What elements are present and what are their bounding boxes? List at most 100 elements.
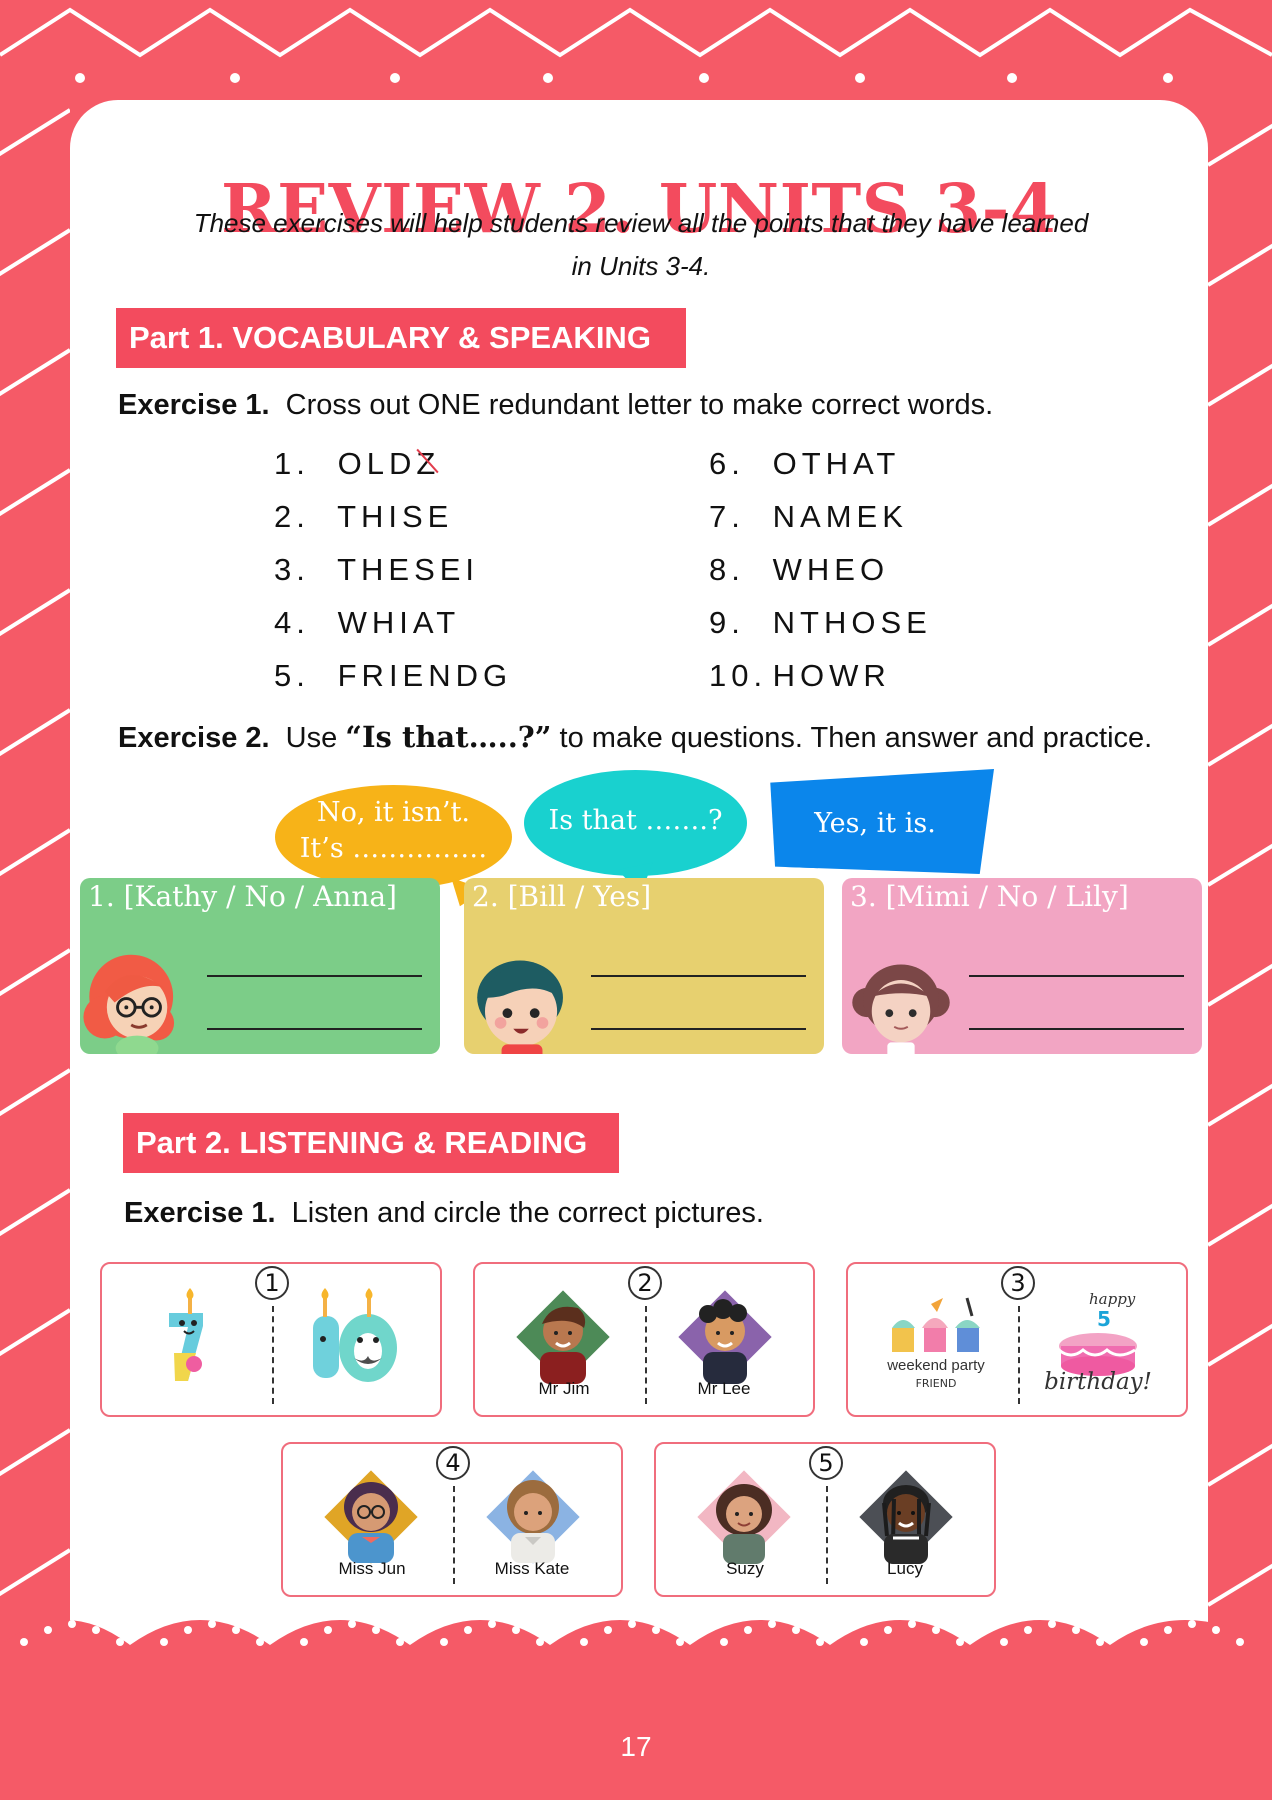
listening-option-1: 1 <box>100 1262 442 1417</box>
listening-option-2: 2 Mr Jim Mr Lee <box>473 1262 815 1417</box>
number-ten-icon[interactable] <box>295 1288 409 1394</box>
miss-jun-caption: Miss Jun <box>338 1559 406 1578</box>
answer-no-line-2: It’s …………… <box>299 833 488 864</box>
word-text: OTHAT <box>772 446 901 481</box>
cupcake-icon[interactable]: weekend party FRIEND <box>879 1288 993 1394</box>
birthday-bottom-text: birthday! <box>1044 1369 1152 1394</box>
suzy-caption: Suzy <box>726 1559 764 1578</box>
intro-line-1: These exercises will help students revie… <box>193 208 1089 238</box>
word-text: HOWR <box>772 658 891 693</box>
worksheet-page: REVIEW 2. UNITS 3-4 These exercises will… <box>70 100 1208 1670</box>
word-number: 10. <box>709 658 768 693</box>
word-list: 1. OLDZ 2. THISE 3. THESEI 4. WHIAT 5. F… <box>274 446 1014 716</box>
exercise-2-after: to make questions. Then answer and pract… <box>559 722 1153 754</box>
miss-kate-caption: Miss Kate <box>494 1559 570 1578</box>
word-item-2: 2. THISE <box>274 499 594 552</box>
word-text: FRIENDG <box>337 658 513 693</box>
part-1-banner: Part 1. VOCABULARY & SPEAKING <box>116 308 686 368</box>
word-item-4: 4. WHIAT <box>274 605 594 658</box>
dashed-divider <box>1018 1306 1020 1404</box>
word-item-1: 1. OLDZ <box>274 446 594 499</box>
birthday-number: 5 <box>1097 1307 1111 1331</box>
lucy-caption: Lucy <box>887 1559 923 1578</box>
word-item-8: 8. WHEO <box>709 552 1029 605</box>
word-item-9: 9. NTHOSE <box>709 605 1029 658</box>
part-2-banner: Part 2. LISTENING & READING <box>123 1113 619 1173</box>
left-stripe-decoration <box>0 108 70 1597</box>
right-word-column: 6. OTHAT 7. NAMEK 8. WHEO 9. NTHOSE 10. … <box>709 446 1029 711</box>
word-number: 4. <box>274 605 310 640</box>
exercise-1-text: Cross out ONE redundant letter to make c… <box>285 389 994 421</box>
question-pattern: “Is that…..?” <box>345 720 552 754</box>
word-number: 9. <box>709 605 745 640</box>
listening-exercise-text: Listen and circle the correct pictures. <box>291 1197 764 1229</box>
word-text: THESEI <box>337 552 480 587</box>
word-number: 1. <box>274 446 310 481</box>
practice-card-label: 2. [Bill / Yes] <box>472 880 652 913</box>
answer-line-1[interactable] <box>207 975 422 977</box>
exercise-1-label: Exercise 1. <box>118 389 270 421</box>
answer-yes-bubble: Yes, it is. <box>770 769 994 874</box>
mr-jim-caption: Mr Jim <box>538 1379 590 1398</box>
left-word-column: 1. OLDZ 2. THISE 3. THESEI 4. WHIAT 5. F… <box>274 446 594 711</box>
birthday-top-text: happy <box>1089 1290 1136 1308</box>
party-line-1: weekend party <box>886 1357 985 1374</box>
intro-text: These exercises will help students revie… <box>148 202 1134 288</box>
practice-card-mimi: 3. [Mimi / No / Lily] <box>842 878 1202 1054</box>
word-number: 6. <box>709 446 745 481</box>
option-number-1: 1 <box>255 1266 289 1300</box>
number-seven-icon[interactable] <box>133 1288 247 1394</box>
listening-option-5: 5 Suzy Lucy <box>654 1442 996 1597</box>
exercise-1-instruction: Exercise 1. Cross out ONE redundant lett… <box>118 389 993 422</box>
right-stripe-decoration <box>1208 123 1272 1607</box>
word-item-10: 10. HOWR <box>709 658 1029 711</box>
word-text: THISE <box>337 499 454 534</box>
exercise-2-instruction: Exercise 2. Use “Is that…..?” to make qu… <box>118 720 1152 755</box>
word-text: WHEO <box>772 552 890 587</box>
dashed-divider <box>645 1306 647 1404</box>
boy-avatar-icon <box>477 960 563 1054</box>
answer-no-bubble: No, it isn’t. It’s …………… <box>275 785 512 889</box>
dashed-divider <box>453 1486 455 1584</box>
word-item-5: 5. FRIENDG <box>274 658 594 711</box>
answer-line-1[interactable] <box>591 975 806 977</box>
listening-option-3: 3 weekend party FRIEND happy 5 birthday! <box>846 1262 1188 1417</box>
answer-line-2[interactable] <box>207 1028 422 1030</box>
party-line-2: FRIEND <box>916 1377 957 1390</box>
answer-no-line-1: No, it isn’t. <box>316 797 470 828</box>
answer-line-2[interactable] <box>591 1028 806 1030</box>
word-text: OLD <box>337 446 417 481</box>
practice-card-label: 1. [Kathy / No / Anna] <box>88 880 397 913</box>
word-number: 5. <box>274 658 310 693</box>
dashed-divider <box>826 1486 828 1584</box>
option-number-3: 3 <box>1001 1266 1035 1300</box>
option-number-2: 2 <box>628 1266 662 1300</box>
word-number: 7. <box>709 499 745 534</box>
listening-exercise-instruction: Exercise 1. Listen and circle the correc… <box>124 1197 764 1230</box>
listening-exercise-label: Exercise 1. <box>124 1197 276 1229</box>
birthday-cake-icon[interactable]: happy 5 birthday! <box>1041 1288 1155 1394</box>
listening-option-4: 4 Miss Jun Miss Kate <box>281 1442 623 1597</box>
word-text: NAMEK <box>772 499 908 534</box>
intro-line-2: in Units 3-4. <box>571 251 711 281</box>
word-number: 2. <box>274 499 310 534</box>
word-text: WHIAT <box>337 605 461 640</box>
pigtail-girl-avatar-icon <box>852 964 950 1054</box>
word-number: 3. <box>274 552 310 587</box>
red-hair-girl-avatar-icon <box>83 954 175 1054</box>
answer-line-1[interactable] <box>969 975 1184 977</box>
page-number: 17 <box>620 1731 652 1762</box>
word-item-7: 7. NAMEK <box>709 499 1029 552</box>
crossed-letter: Z <box>416 446 441 481</box>
exercise-2-label: Exercise 2. <box>118 722 270 754</box>
word-text: NTHOSE <box>772 605 932 640</box>
practice-card-bill: 2. [Bill / Yes] <box>464 878 824 1054</box>
dashed-divider <box>272 1306 274 1404</box>
word-item-6: 6. OTHAT <box>709 446 1029 499</box>
practice-card-kathy: 1. [Kathy / No / Anna] <box>80 878 440 1054</box>
word-item-3: 3. THESEI <box>274 552 594 605</box>
option-number-5: 5 <box>809 1446 843 1480</box>
answer-line-2[interactable] <box>969 1028 1184 1030</box>
question-bubble: Is that …….? <box>524 770 747 876</box>
mr-lee-caption: Mr Lee <box>697 1379 751 1398</box>
